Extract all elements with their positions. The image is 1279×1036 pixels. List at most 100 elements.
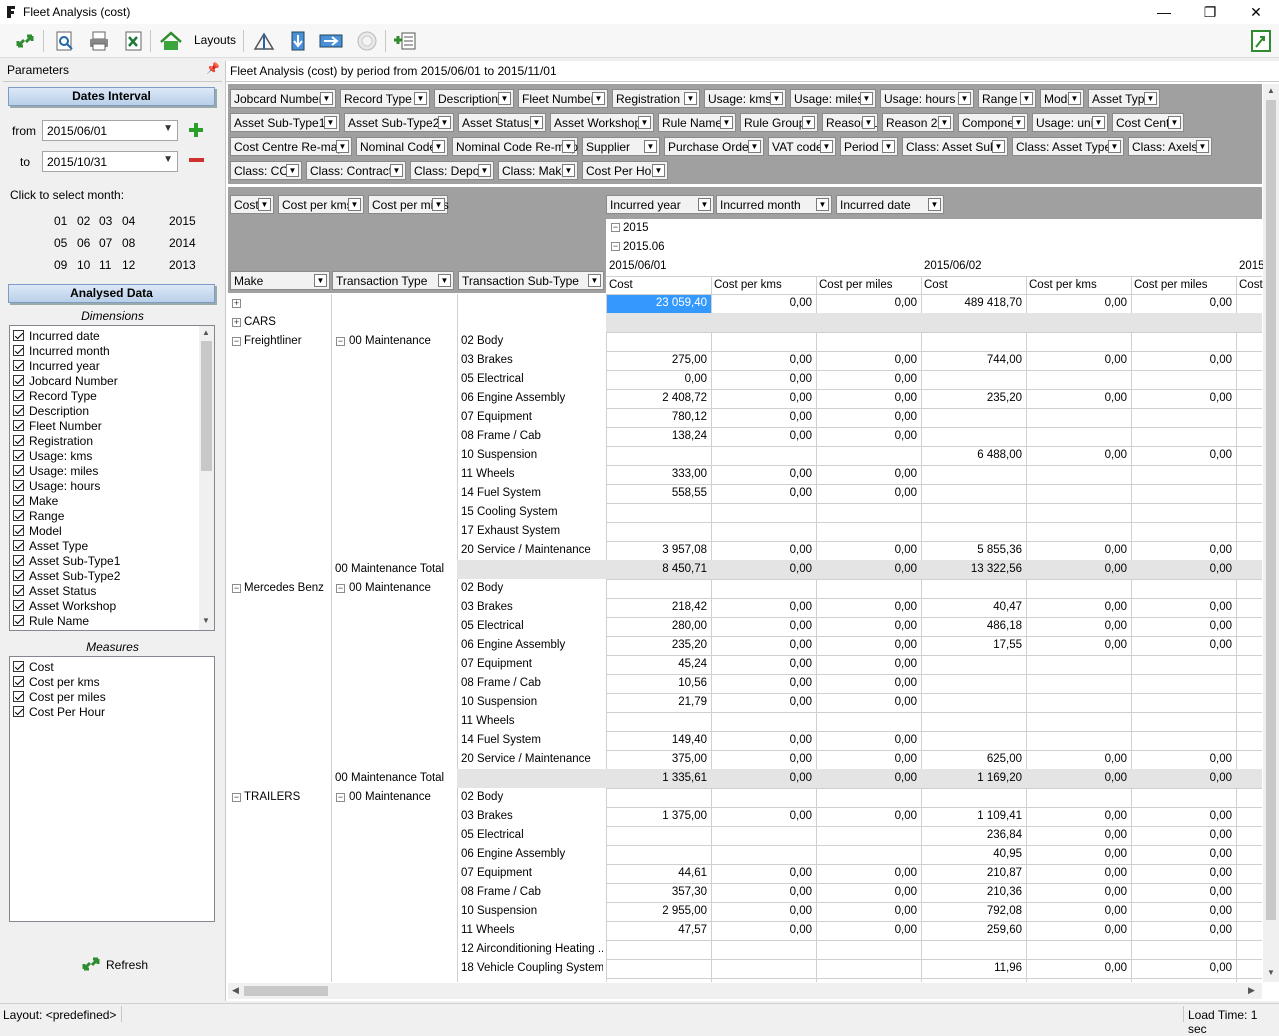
dimensions-scrollbar[interactable]: ▲ ▼: [199, 326, 214, 630]
value-cell[interactable]: 0,00: [817, 428, 921, 446]
value-cell[interactable]: [922, 941, 1026, 959]
value-cell[interactable]: [712, 789, 816, 807]
dimension-item[interactable]: Asset Workshop: [10, 598, 214, 613]
value-cell[interactable]: [607, 960, 711, 978]
value-cell[interactable]: 357,30: [607, 884, 711, 902]
value-cell[interactable]: [817, 960, 921, 978]
from-date-combo[interactable]: 2015/06/01 ▼: [42, 120, 178, 141]
value-cell[interactable]: 0,00: [817, 751, 921, 769]
checkbox-checked-icon[interactable]: [13, 360, 24, 371]
value-cell[interactable]: 235,20: [607, 637, 711, 655]
value-cell[interactable]: [817, 333, 921, 351]
year-2013[interactable]: 2013: [169, 258, 196, 272]
value-cell[interactable]: 0,00: [817, 903, 921, 921]
value-cell[interactable]: 0,00: [1132, 447, 1236, 465]
value-cell[interactable]: [1132, 523, 1236, 541]
value-cell[interactable]: [922, 314, 1026, 332]
value-cell[interactable]: 0,00: [817, 922, 921, 940]
value-cell[interactable]: 40,47: [922, 599, 1026, 617]
value-cell[interactable]: 149,40: [607, 732, 711, 750]
value-cell[interactable]: 0,00: [712, 295, 816, 313]
value-cell[interactable]: 2 408,72: [607, 390, 711, 408]
dimension-item[interactable]: Range: [10, 508, 214, 523]
remove-icon[interactable]: [187, 153, 205, 170]
value-cell[interactable]: 558,55: [607, 485, 711, 503]
checkbox-checked-icon[interactable]: [13, 570, 24, 581]
value-cell[interactable]: 0,00: [712, 371, 816, 389]
chevron-left-icon[interactable]: ◀: [232, 985, 239, 996]
value-cell[interactable]: [607, 827, 711, 845]
value-cell[interactable]: 13 322,56: [922, 561, 1026, 579]
vertical-scroll-thumb[interactable]: [1266, 100, 1276, 920]
checkbox-checked-icon[interactable]: [13, 585, 24, 596]
value-cell[interactable]: [922, 371, 1026, 389]
print-preview-icon[interactable]: [52, 28, 78, 54]
value-cell[interactable]: 0,00: [1132, 960, 1236, 978]
value-cell[interactable]: 0,00: [712, 466, 816, 484]
value-cell[interactable]: [922, 789, 1026, 807]
value-cell[interactable]: [1132, 485, 1236, 503]
value-cell[interactable]: [607, 523, 711, 541]
month-12[interactable]: 12: [122, 258, 135, 272]
value-cell[interactable]: 0,00: [1132, 352, 1236, 370]
exit-icon[interactable]: [1248, 28, 1274, 54]
value-cell[interactable]: [712, 941, 816, 959]
value-cell[interactable]: 236,84: [922, 827, 1026, 845]
value-cell[interactable]: 3 957,08: [607, 542, 711, 560]
value-cell[interactable]: 0,00: [1132, 561, 1236, 579]
value-cell[interactable]: 1 375,00: [607, 808, 711, 826]
value-cell[interactable]: [607, 314, 711, 332]
value-cell[interactable]: 0,00: [1132, 295, 1236, 313]
expand-icon[interactable]: +: [232, 318, 241, 327]
value-cell[interactable]: 0,00: [817, 675, 921, 693]
value-cell[interactable]: [1132, 333, 1236, 351]
minimize-button[interactable]: —: [1141, 0, 1187, 24]
vertical-scrollbar[interactable]: ▲ ▼: [1263, 84, 1279, 982]
month-06[interactable]: 06: [77, 236, 90, 250]
value-cell[interactable]: 0,00: [712, 751, 816, 769]
value-cell[interactable]: [1132, 732, 1236, 750]
dimension-item[interactable]: Description: [10, 403, 214, 418]
value-cell[interactable]: [922, 523, 1026, 541]
value-cell[interactable]: [1132, 504, 1236, 522]
value-cell[interactable]: 8 450,71: [607, 561, 711, 579]
value-cell[interactable]: 0,00: [1027, 352, 1131, 370]
dimension-item[interactable]: Asset Status: [10, 583, 214, 598]
excel-export-icon[interactable]: [120, 28, 146, 54]
value-cell[interactable]: 45,24: [607, 656, 711, 674]
value-cell[interactable]: [607, 447, 711, 465]
dimension-item[interactable]: Asset Sub-Type1: [10, 553, 214, 568]
value-cell[interactable]: 0,00: [817, 390, 921, 408]
value-cell[interactable]: 0,00: [1027, 390, 1131, 408]
value-cell[interactable]: 0,00: [712, 903, 816, 921]
value-cell[interactable]: [817, 447, 921, 465]
value-cell[interactable]: 0,00: [712, 390, 816, 408]
refresh-icon[interactable]: [80, 953, 102, 978]
value-cell[interactable]: [607, 504, 711, 522]
value-cell[interactable]: [1132, 694, 1236, 712]
value-cell[interactable]: [1027, 789, 1131, 807]
value-cell[interactable]: 0,00: [712, 656, 816, 674]
month-04[interactable]: 04: [122, 214, 135, 228]
checkbox-checked-icon[interactable]: [13, 495, 24, 506]
horizontal-scroll-thumb[interactable]: [244, 986, 328, 996]
value-cell[interactable]: 210,87: [922, 865, 1026, 883]
value-cell[interactable]: 0,00: [1132, 865, 1236, 883]
value-cell[interactable]: 2 955,00: [607, 903, 711, 921]
collapse-icon[interactable]: −: [336, 337, 345, 346]
value-cell[interactable]: [712, 827, 816, 845]
dimension-item[interactable]: Record Type: [10, 388, 214, 403]
value-cell[interactable]: 0,00: [1132, 637, 1236, 655]
month-11[interactable]: 11: [99, 258, 111, 272]
value-cell[interactable]: 0,00: [1027, 865, 1131, 883]
value-cell[interactable]: 0,00: [712, 561, 816, 579]
value-cell[interactable]: 0,00: [1132, 808, 1236, 826]
value-cell[interactable]: [607, 941, 711, 959]
value-cell[interactable]: 1 109,41: [922, 808, 1026, 826]
value-cell[interactable]: [1027, 675, 1131, 693]
checkbox-checked-icon[interactable]: [13, 480, 24, 491]
value-cell[interactable]: 0,00: [1027, 447, 1131, 465]
value-cell[interactable]: [1132, 371, 1236, 389]
chevron-up-icon[interactable]: ▲: [202, 328, 210, 337]
value-cell[interactable]: 0,00: [712, 599, 816, 617]
